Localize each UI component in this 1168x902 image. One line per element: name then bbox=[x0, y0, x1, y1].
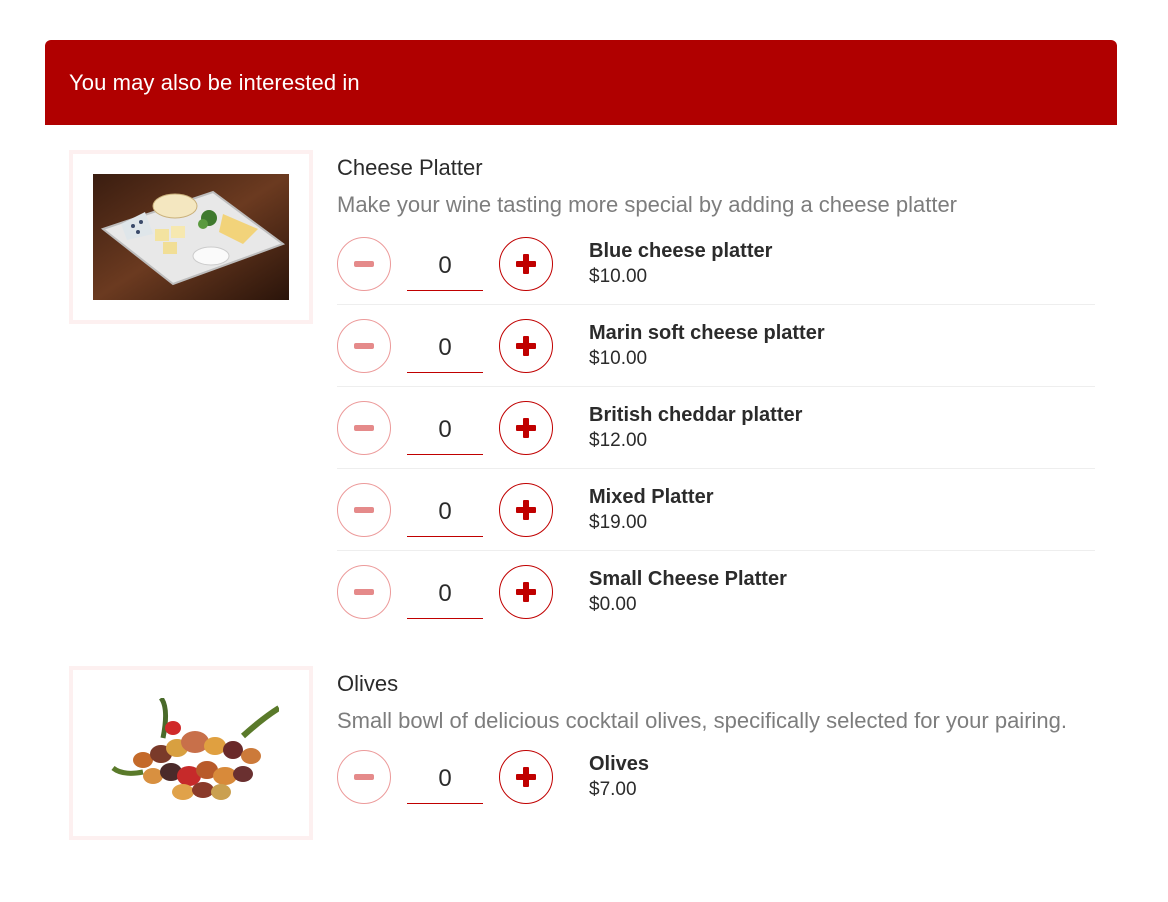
quantity-input[interactable] bbox=[407, 237, 483, 291]
increase-button[interactable] bbox=[499, 483, 553, 537]
product-title: Cheese Platter bbox=[337, 155, 483, 180]
cheese-platter-image bbox=[93, 174, 289, 300]
product-image-frame bbox=[69, 150, 313, 324]
olives-image bbox=[111, 698, 279, 800]
product-info: Olives Small bowl of delicious cocktail … bbox=[337, 666, 1095, 815]
option-row: British cheddar platter $12.00 bbox=[337, 387, 1095, 469]
option-text: Marin soft cheese platter $10.00 bbox=[589, 320, 825, 372]
option-row: Blue cheese platter $10.00 bbox=[337, 223, 1095, 305]
increase-button[interactable] bbox=[499, 565, 553, 619]
option-row: Olives $7.00 bbox=[337, 739, 1095, 815]
option-row: Small Cheese Platter $0.00 bbox=[337, 551, 1095, 633]
increase-button[interactable] bbox=[499, 401, 553, 455]
minus-icon bbox=[354, 343, 374, 349]
quantity-input[interactable] bbox=[407, 565, 483, 619]
product-title: Olives bbox=[337, 671, 399, 696]
decrease-button[interactable] bbox=[337, 483, 391, 537]
option-name: Olives bbox=[589, 753, 650, 775]
panel-header: You may also be interested in bbox=[45, 40, 1117, 125]
option-name: British cheddar platter bbox=[589, 404, 803, 426]
plus-icon bbox=[516, 582, 536, 602]
decrease-button[interactable] bbox=[337, 401, 391, 455]
option-row: Mixed Platter $19.00 bbox=[337, 469, 1095, 551]
option-price: $7.00 bbox=[589, 779, 637, 800]
product-description: Make your wine tasting more special by a… bbox=[337, 192, 958, 217]
option-text: British cheddar platter $12.00 bbox=[589, 402, 802, 454]
decrease-button[interactable] bbox=[337, 237, 391, 291]
quantity-input[interactable] bbox=[407, 319, 483, 373]
plus-icon bbox=[516, 418, 536, 438]
plus-icon bbox=[516, 336, 536, 356]
option-price: $0.00 bbox=[589, 594, 637, 615]
option-name: Blue cheese platter bbox=[589, 240, 773, 262]
minus-icon bbox=[354, 261, 374, 267]
option-name: Small Cheese Platter bbox=[589, 568, 787, 590]
product-info: Cheese Platter Make your wine tasting mo… bbox=[337, 150, 1095, 633]
increase-button[interactable] bbox=[499, 319, 553, 373]
plus-icon bbox=[516, 254, 536, 274]
quantity-input[interactable] bbox=[407, 401, 483, 455]
plus-icon bbox=[516, 767, 536, 787]
panel-title: You may also be interested in bbox=[69, 69, 360, 95]
product-description: Small bowl of delicious cocktail olives,… bbox=[337, 708, 1067, 733]
option-text: Olives $7.00 bbox=[589, 751, 649, 803]
quantity-input[interactable] bbox=[407, 483, 483, 537]
plus-icon bbox=[516, 500, 536, 520]
increase-button[interactable] bbox=[499, 237, 553, 291]
option-price: $10.00 bbox=[589, 348, 648, 369]
option-text: Small Cheese Platter $0.00 bbox=[589, 566, 787, 618]
product-image-frame bbox=[69, 666, 313, 840]
minus-icon bbox=[354, 507, 374, 513]
increase-button[interactable] bbox=[499, 750, 553, 804]
option-text: Blue cheese platter $10.00 bbox=[589, 238, 772, 290]
option-name: Mixed Platter bbox=[589, 486, 714, 508]
option-price: $19.00 bbox=[589, 512, 648, 533]
option-text: Mixed Platter $19.00 bbox=[589, 484, 713, 536]
decrease-button[interactable] bbox=[337, 565, 391, 619]
decrease-button[interactable] bbox=[337, 319, 391, 373]
upsell-panel: You may also be interested in Cheese Pla… bbox=[45, 40, 1117, 840]
minus-icon bbox=[354, 774, 374, 780]
minus-icon bbox=[354, 425, 374, 431]
option-price: $10.00 bbox=[589, 266, 648, 287]
option-name: Marin soft cheese platter bbox=[589, 322, 825, 344]
option-price: $12.00 bbox=[589, 430, 648, 451]
quantity-input[interactable] bbox=[407, 750, 483, 804]
minus-icon bbox=[354, 589, 374, 595]
decrease-button[interactable] bbox=[337, 750, 391, 804]
option-row: Marin soft cheese platter $10.00 bbox=[337, 305, 1095, 387]
